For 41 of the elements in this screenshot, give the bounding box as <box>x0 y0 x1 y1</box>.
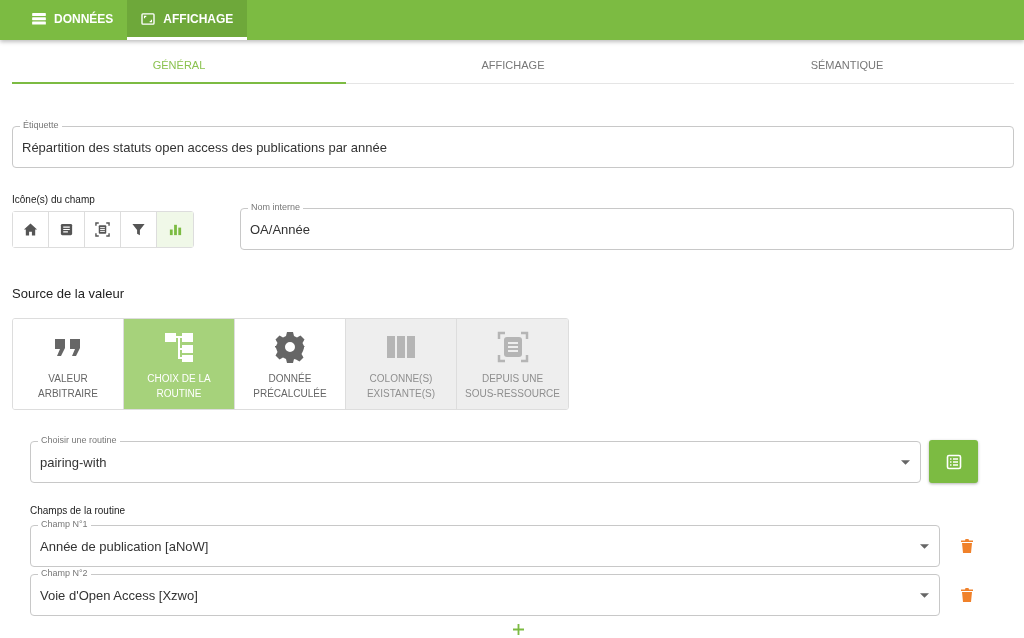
field-label: Choisir une routine <box>38 435 120 446</box>
top-tab[interactable]: AFFICHAGE <box>127 0 248 40</box>
trash-icon <box>961 539 973 553</box>
routine-select[interactable]: Choisir une routine pairing-with <box>30 435 921 483</box>
caret-icon <box>920 544 929 549</box>
routine-field-select[interactable]: Champ N°2 Voie d'Open Access [Xzwo] <box>30 568 940 616</box>
source-option[interactable]: VALEUR ARBITRAIRE <box>13 319 124 409</box>
field-label: Champ N°2 <box>38 568 91 579</box>
home-icon-button[interactable] <box>13 212 49 247</box>
section-tab[interactable]: SÉMANTIQUE <box>680 48 1014 84</box>
field-label: Champ N°1 <box>38 519 91 530</box>
home-icon <box>23 222 38 237</box>
field-value: OA/Année <box>250 221 310 237</box>
field-label: Nom interne <box>248 202 304 213</box>
field-label: Étiquette <box>20 120 62 131</box>
routine-field-select[interactable]: Champ N°1 Année de publication [aNoW] <box>30 519 940 567</box>
section-title: Source de la valeur <box>12 286 125 301</box>
field-value: Voie d'Open Access [Xzwo] <box>40 587 198 603</box>
list-icon <box>32 12 46 25</box>
list-icon <box>945 453 962 470</box>
field-icons-label: Icône(s) du champ <box>12 194 96 205</box>
field-value: Année de publication [aNoW] <box>40 538 209 554</box>
document-icon <box>59 222 74 237</box>
document-frame-icon <box>496 331 529 363</box>
label-field[interactable]: Étiquette Répartition des statuts open access des publications par année <box>12 120 1014 168</box>
plus-icon[interactable] <box>512 624 524 635</box>
tree-icon <box>163 331 195 363</box>
frame-icon <box>95 222 110 237</box>
field-value: Répartition des statuts open access des publications par année <box>22 139 387 155</box>
list-view-button[interactable] <box>929 440 978 483</box>
caret-icon <box>901 460 910 465</box>
frame-icon <box>141 12 156 25</box>
trash-icon <box>961 588 973 602</box>
gear-icon <box>274 331 306 363</box>
chart-icon <box>167 222 183 237</box>
caret-icon <box>920 593 929 598</box>
section-tab[interactable]: AFFICHAGE <box>346 48 680 84</box>
field-value: pairing-with <box>40 454 107 470</box>
filter-icon <box>131 222 146 237</box>
internal-name-field[interactable]: Nom interne OA/Année <box>240 202 1014 250</box>
routine-fields-title: Champs de la routine <box>30 505 127 516</box>
